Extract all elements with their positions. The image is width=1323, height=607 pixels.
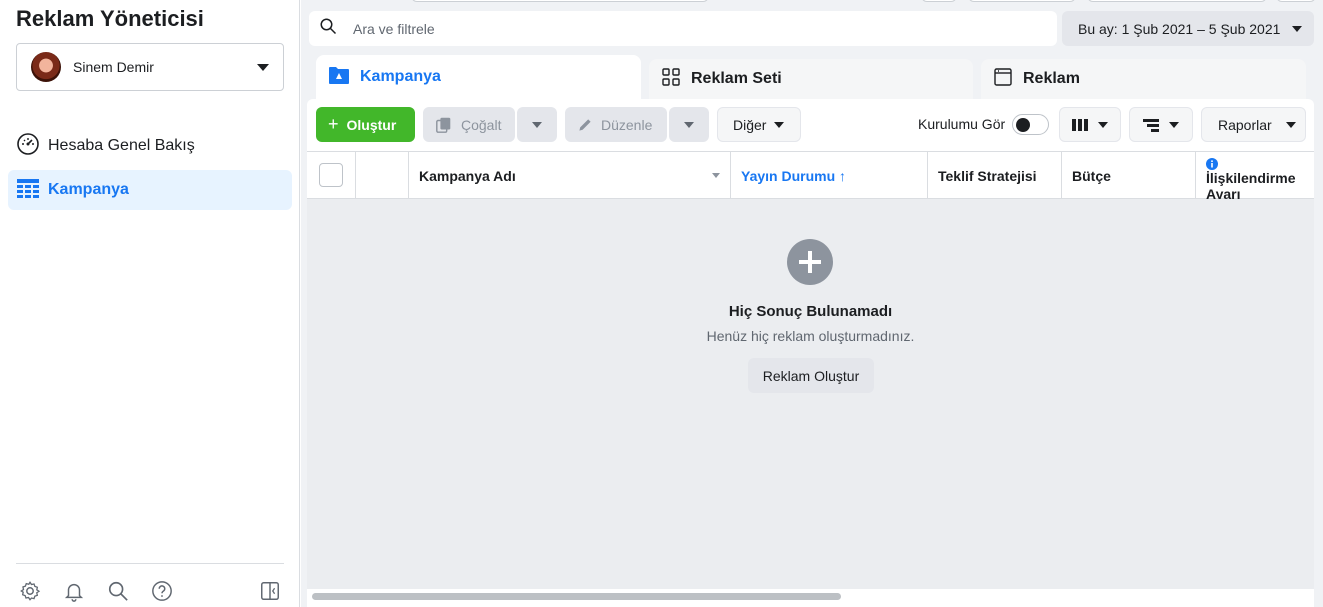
toggle-knob: [1016, 118, 1030, 132]
date-range-selector[interactable]: Bu ay: 1 Şub 2021 – 5 Şub 2021: [1062, 11, 1314, 46]
column-header-budget[interactable]: Bütçe: [1062, 152, 1196, 199]
sidebar-item-label: Hesaba Genel Bakış: [48, 137, 195, 154]
reports-button[interactable]: Raporlar: [1201, 107, 1306, 142]
search-input[interactable]: Ara ve filtrele: [353, 21, 435, 37]
top-control-stub[interactable]: [921, 0, 957, 2]
tab-campaign[interactable]: Kampanya: [316, 55, 641, 99]
chevron-down-icon: [1169, 121, 1179, 128]
chevron-down-icon: [684, 121, 694, 128]
table-body: Hiç Sonuç Bulunamadı Henüz hiç reklam ol…: [307, 199, 1314, 589]
column-label: Teklif Stratejisi: [938, 167, 1037, 184]
column-label: İlişkilendirme Ayarı: [1206, 170, 1296, 199]
help-icon[interactable]: [150, 579, 174, 603]
breakdown-icon: [1143, 118, 1159, 132]
duplicate-button-label: Çoğalt: [461, 116, 502, 133]
panel-toggle-icon[interactable]: [258, 579, 282, 603]
toggle-column-header: [356, 152, 409, 199]
tab-ad-set[interactable]: Reklam Seti: [649, 59, 973, 99]
chevron-down-icon: [712, 173, 720, 178]
date-range-label: Bu ay: 1 Şub 2021 – 5 Şub 2021: [1078, 20, 1281, 37]
sidebar-item-label: Kampanya: [48, 181, 129, 198]
top-control-stub[interactable]: [968, 0, 1076, 2]
search-filter-bar[interactable]: Ara ve filtrele: [309, 11, 1057, 46]
select-all-cell: [307, 152, 356, 199]
main-area: Ara ve filtrele Bu ay: 1 Şub 2021 – 5 Şu…: [301, 0, 1323, 607]
gauge-icon: [16, 132, 40, 161]
account-selector[interactable]: Sinem Demir: [16, 43, 284, 91]
view-setup-label: Kurulumu Gör: [918, 116, 1006, 132]
app-title: Reklam Yöneticisi: [16, 6, 204, 31]
top-control-stub[interactable]: [411, 0, 709, 2]
tab-label: Reklam Seti: [691, 70, 782, 87]
table-header: Kampanya Adı Yayın Durumu ↑ Teklif Strat…: [307, 151, 1314, 199]
tab-label: Kampanya: [360, 68, 441, 85]
chevron-down-icon: [257, 63, 269, 71]
more-button[interactable]: Diğer: [717, 107, 801, 142]
empty-state-title: Hiç Sonuç Bulunamadı: [728, 303, 893, 320]
breakdown-button[interactable]: [1129, 107, 1193, 142]
sidebar-footer: [16, 563, 284, 607]
plus-circle-icon: [787, 239, 833, 285]
column-header-campaign-name[interactable]: Kampanya Adı: [409, 152, 731, 199]
scrollbar-thumb[interactable]: [312, 593, 841, 600]
table-grid-icon: [16, 176, 40, 205]
duplicate-icon: [435, 116, 453, 134]
top-control-stub[interactable]: [1087, 0, 1267, 2]
sidebar-item-campaign[interactable]: Kampanya: [8, 170, 292, 210]
chevron-down-icon: [1098, 121, 1108, 128]
column-header-delivery[interactable]: Yayın Durumu ↑: [731, 152, 928, 199]
sidebar-item-account-overview[interactable]: Hesaba Genel Bakış: [8, 126, 292, 166]
top-control-stub[interactable]: [1276, 0, 1316, 2]
select-all-checkbox[interactable]: [319, 163, 343, 187]
edit-button[interactable]: Düzenle: [565, 107, 667, 142]
create-ad-button[interactable]: Reklam Oluştur: [748, 358, 874, 393]
pencil-icon: [577, 117, 593, 133]
tab-label: Reklam: [1023, 70, 1080, 87]
column-label: Bütçe: [1072, 167, 1111, 184]
avatar: [31, 52, 61, 82]
edit-dropdown-button[interactable]: [669, 107, 709, 142]
duplicate-button[interactable]: Çoğalt: [423, 107, 515, 142]
campaign-panel: + Oluştur Çoğalt Düzenle Diğer Kurulumu …: [307, 99, 1314, 607]
column-header-bid-strategy[interactable]: Teklif Stratejisi: [928, 152, 1062, 199]
column-label: Kampanya Adı: [419, 167, 516, 184]
column-label: Yayın Durumu ↑: [741, 167, 847, 184]
chevron-down-icon: [1285, 121, 1296, 128]
column-header-attribution[interactable]: İlişkilendirme Ayarı: [1196, 152, 1314, 199]
info-icon: [1206, 158, 1218, 170]
more-button-label: Diğer: [733, 116, 767, 133]
ad-window-icon: [993, 67, 1013, 92]
empty-state-subtitle: Henüz hiç reklam oluşturmadınız.: [706, 328, 915, 344]
tab-ad[interactable]: Reklam: [981, 59, 1306, 99]
view-setup-toggle[interactable]: [1012, 114, 1049, 135]
reports-button-label: Raporlar: [1218, 116, 1272, 133]
search-icon: [319, 17, 337, 40]
ad-set-grid-icon: [661, 67, 681, 92]
chevron-down-icon: [1292, 25, 1302, 32]
create-button[interactable]: + Oluştur: [316, 107, 415, 142]
create-button-label: Oluştur: [346, 116, 397, 133]
search-icon[interactable]: [106, 579, 130, 603]
plus-icon: +: [328, 114, 339, 134]
duplicate-dropdown-button[interactable]: [517, 107, 557, 142]
columns-icon: [1072, 118, 1088, 132]
columns-button[interactable]: [1059, 107, 1121, 142]
bell-icon[interactable]: [62, 579, 86, 603]
horizontal-scrollbar[interactable]: [307, 589, 1314, 607]
edit-button-label: Düzenle: [601, 116, 653, 133]
gear-icon[interactable]: [18, 579, 42, 603]
account-name: Sinem Demir: [73, 59, 154, 75]
campaign-folder-icon: [328, 65, 350, 90]
sidebar: Reklam Yöneticisi Sinem Demir Hesaba Gen…: [0, 0, 300, 607]
chevron-down-icon: [532, 121, 542, 128]
chevron-down-icon: [774, 121, 785, 128]
